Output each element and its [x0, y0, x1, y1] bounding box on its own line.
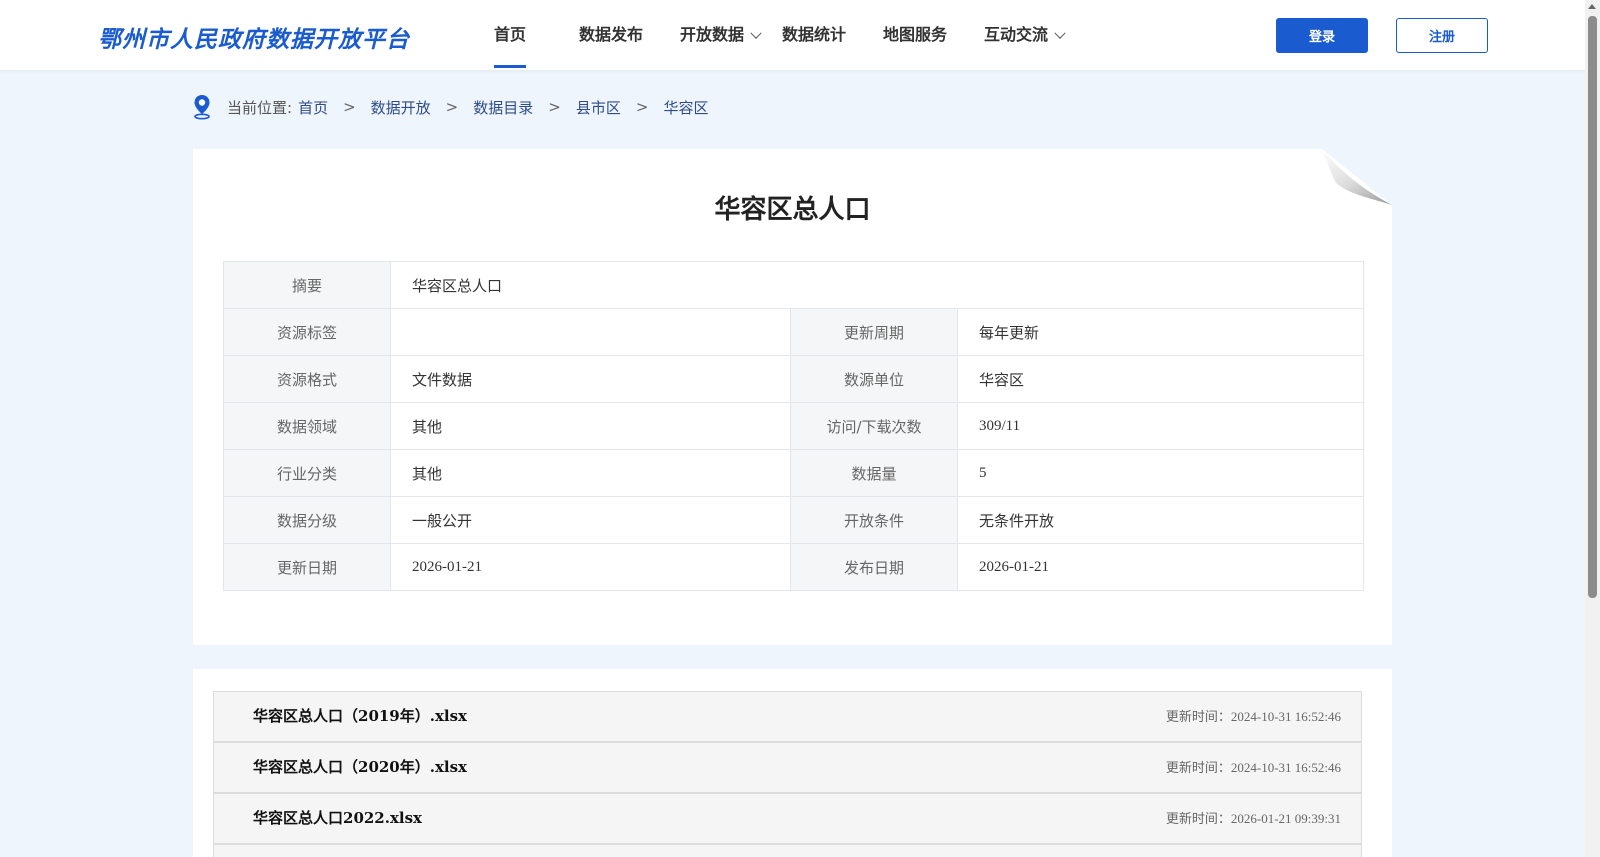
table-row: 资源格式 文件数据 数源单位 华容区	[223, 355, 1364, 403]
nav-data-publish[interactable]: 数据发布	[579, 0, 643, 70]
field-label: 数据领域	[223, 402, 391, 450]
chevron-down-icon	[750, 27, 762, 39]
file-update-time: 更新时间：2026-01-21 09:39:31	[1165, 811, 1341, 826]
field-label: 资源格式	[223, 355, 391, 403]
table-row: 数据领域 其他 访问/下载次数 309/11	[223, 402, 1364, 450]
table-row: 行业分类 其他 数据量 5	[223, 449, 1364, 497]
field-label: 数据分级	[223, 496, 391, 544]
field-label: 行业分类	[223, 449, 391, 497]
file-item[interactable]: 华容区总人口（2019年）.xlsx 更新时间：2024-10-31 16:52…	[213, 691, 1362, 742]
breadcrumb-catalog[interactable]: 数据目录	[473, 97, 533, 118]
field-label: 资源标签	[223, 308, 391, 356]
file-item[interactable]: 华容区总人口（2020年）.xlsx 更新时间：2024-10-31 16:52…	[213, 742, 1362, 793]
table-row: 资源标签 更新周期 每年更新	[223, 308, 1364, 356]
breadcrumb: 当前位置: 首页 > 数据开放 > 数据目录 > 县市区 > 华容区	[193, 94, 708, 120]
field-label: 访问/下载次数	[790, 402, 958, 450]
scroll-thumb[interactable]	[1588, 16, 1597, 598]
field-value: 其他	[390, 402, 791, 450]
nav-home[interactable]: 首页	[494, 0, 527, 70]
field-value: 5	[957, 449, 1364, 497]
breadcrumb-county[interactable]: 县市区	[576, 97, 621, 118]
breadcrumb-separator: >	[445, 98, 459, 116]
location-pin-icon	[194, 95, 210, 120]
register-button[interactable]: 注册	[1396, 18, 1488, 53]
breadcrumb-data-open[interactable]: 数据开放	[371, 97, 431, 118]
field-value: 华容区	[957, 355, 1364, 403]
breadcrumb-huarong[interactable]: 华容区	[663, 97, 708, 118]
summary-value: 华容区总人口	[390, 261, 1364, 309]
table-row: 更新日期 2026-01-21 发布日期 2026-01-21	[223, 543, 1364, 591]
vertical-scrollbar[interactable]	[1585, 0, 1600, 857]
file-name[interactable]: 华容区总人口（2019年）.xlsx	[253, 692, 467, 741]
table-row: 数据分级 一般公开 开放条件 无条件开放	[223, 496, 1364, 544]
field-value: 309/11	[957, 402, 1364, 450]
nav-map-service-label: 地图服务	[883, 25, 948, 44]
file-update-time: 更新时间：2024-10-31 16:52:46	[1165, 760, 1341, 775]
scroll-up-arrow-icon[interactable]	[1588, 4, 1596, 9]
dataset-info-table: 摘要 华容区总人口 资源标签 更新周期 每年更新 资源格式 文件数据 数源单位 …	[223, 261, 1364, 591]
top-header: 鄂州市人民政府数据开放平台 首页 数据发布 开放数据 数据统计 地图服务 互动交…	[0, 0, 1585, 70]
breadcrumb-separator: >	[548, 98, 561, 116]
field-value: 2026-01-21	[957, 543, 1364, 591]
login-button[interactable]: 登录	[1276, 18, 1368, 53]
nav-data-stats[interactable]: 数据统计	[782, 0, 846, 70]
field-value: 2026-01-21	[390, 543, 791, 591]
field-label: 数源单位	[790, 355, 958, 403]
site-logo[interactable]: 鄂州市人民政府数据开放平台	[98, 20, 410, 54]
field-label: 更新日期	[223, 543, 391, 591]
field-value: 无条件开放	[957, 496, 1364, 544]
page-title: 华容区总人口	[714, 195, 871, 225]
file-update-time: 更新时间：2024-10-31 16:52:46	[1165, 709, 1341, 724]
breadcrumb-separator: >	[343, 98, 356, 116]
field-value: 其他	[390, 449, 791, 497]
nav-interaction[interactable]: 互动交流	[984, 0, 1066, 70]
nav-open-data-label: 开放数据	[680, 25, 745, 44]
field-value	[390, 308, 791, 356]
file-name[interactable]: 华容区总人口2022.xlsx	[253, 794, 422, 843]
summary-label: 摘要	[223, 261, 391, 309]
nav-open-data[interactable]: 开放数据	[680, 0, 762, 70]
field-label: 更新周期	[790, 308, 958, 356]
field-value: 每年更新	[957, 308, 1364, 356]
chevron-down-icon	[1054, 27, 1066, 39]
file-item-partial[interactable]	[213, 844, 1362, 857]
nav-interaction-label: 互动交流	[984, 25, 1049, 44]
breadcrumb-prefix: 当前位置:	[227, 98, 293, 117]
field-value: 一般公开	[390, 496, 791, 544]
dataset-detail-card: 华容区总人口 摘要 华容区总人口 资源标签 更新周期 每年更新 资源格式 文件数…	[193, 149, 1392, 645]
file-name[interactable]: 华容区总人口（2020年）.xlsx	[253, 743, 467, 792]
nav-home-label: 首页	[494, 25, 527, 44]
field-label: 开放条件	[790, 496, 958, 544]
breadcrumb-separator: >	[635, 98, 649, 116]
file-list: 华容区总人口（2019年）.xlsx 更新时间：2024-10-31 16:52…	[193, 669, 1392, 857]
nav-data-stats-label: 数据统计	[782, 25, 847, 44]
table-row: 摘要 华容区总人口	[223, 261, 1364, 309]
field-value: 文件数据	[390, 355, 791, 403]
nav-map-service[interactable]: 地图服务	[883, 0, 947, 70]
file-item[interactable]: 华容区总人口2022.xlsx 更新时间：2026-01-21 09:39:31	[213, 793, 1362, 844]
field-label: 数据量	[790, 449, 958, 497]
field-label: 发布日期	[790, 543, 958, 591]
nav-data-publish-label: 数据发布	[579, 25, 644, 44]
breadcrumb-home[interactable]: 首页	[298, 97, 328, 118]
